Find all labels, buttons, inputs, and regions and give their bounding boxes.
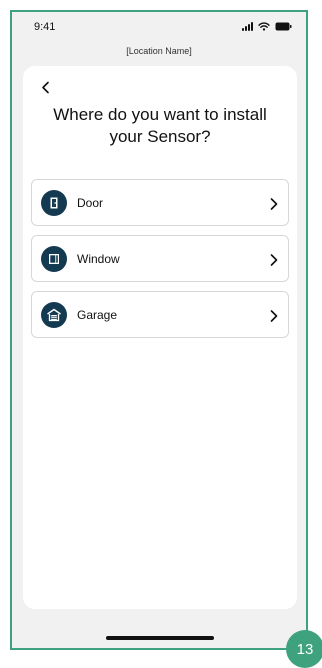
page-title: Where do you want to install your Sensor…	[53, 105, 267, 146]
location-name: [Location Name]	[126, 46, 192, 56]
chevron-right-icon	[270, 309, 278, 327]
status-time: 9:41	[34, 21, 56, 33]
status-icons	[242, 22, 292, 31]
option-garage[interactable]: Garage	[31, 291, 289, 338]
window-icon	[41, 245, 67, 272]
option-label: Window	[77, 251, 120, 266]
chevron-right-icon	[270, 253, 278, 271]
location-options: Door Window Garage	[31, 179, 289, 347]
option-label: Door	[77, 195, 104, 210]
wifi-icon	[258, 22, 270, 31]
status-bar: 9:41	[12, 12, 306, 46]
option-door[interactable]: Door	[31, 179, 289, 226]
door-icon	[41, 189, 67, 216]
page-number-badge: 13	[286, 630, 322, 668]
chevron-left-icon	[41, 81, 50, 99]
phone-frame: 9:41 [Location Name] Where do you want t…	[10, 10, 308, 650]
option-label: Garage	[77, 307, 118, 322]
battery-icon	[275, 22, 292, 31]
home-indicator[interactable]	[106, 636, 214, 640]
chevron-right-icon	[270, 197, 278, 215]
garage-icon	[41, 301, 67, 328]
content-card: Where do you want to install your Sensor…	[23, 66, 297, 609]
signal-icon	[242, 22, 253, 31]
back-button[interactable]	[35, 80, 55, 100]
option-window[interactable]: Window	[31, 235, 289, 282]
